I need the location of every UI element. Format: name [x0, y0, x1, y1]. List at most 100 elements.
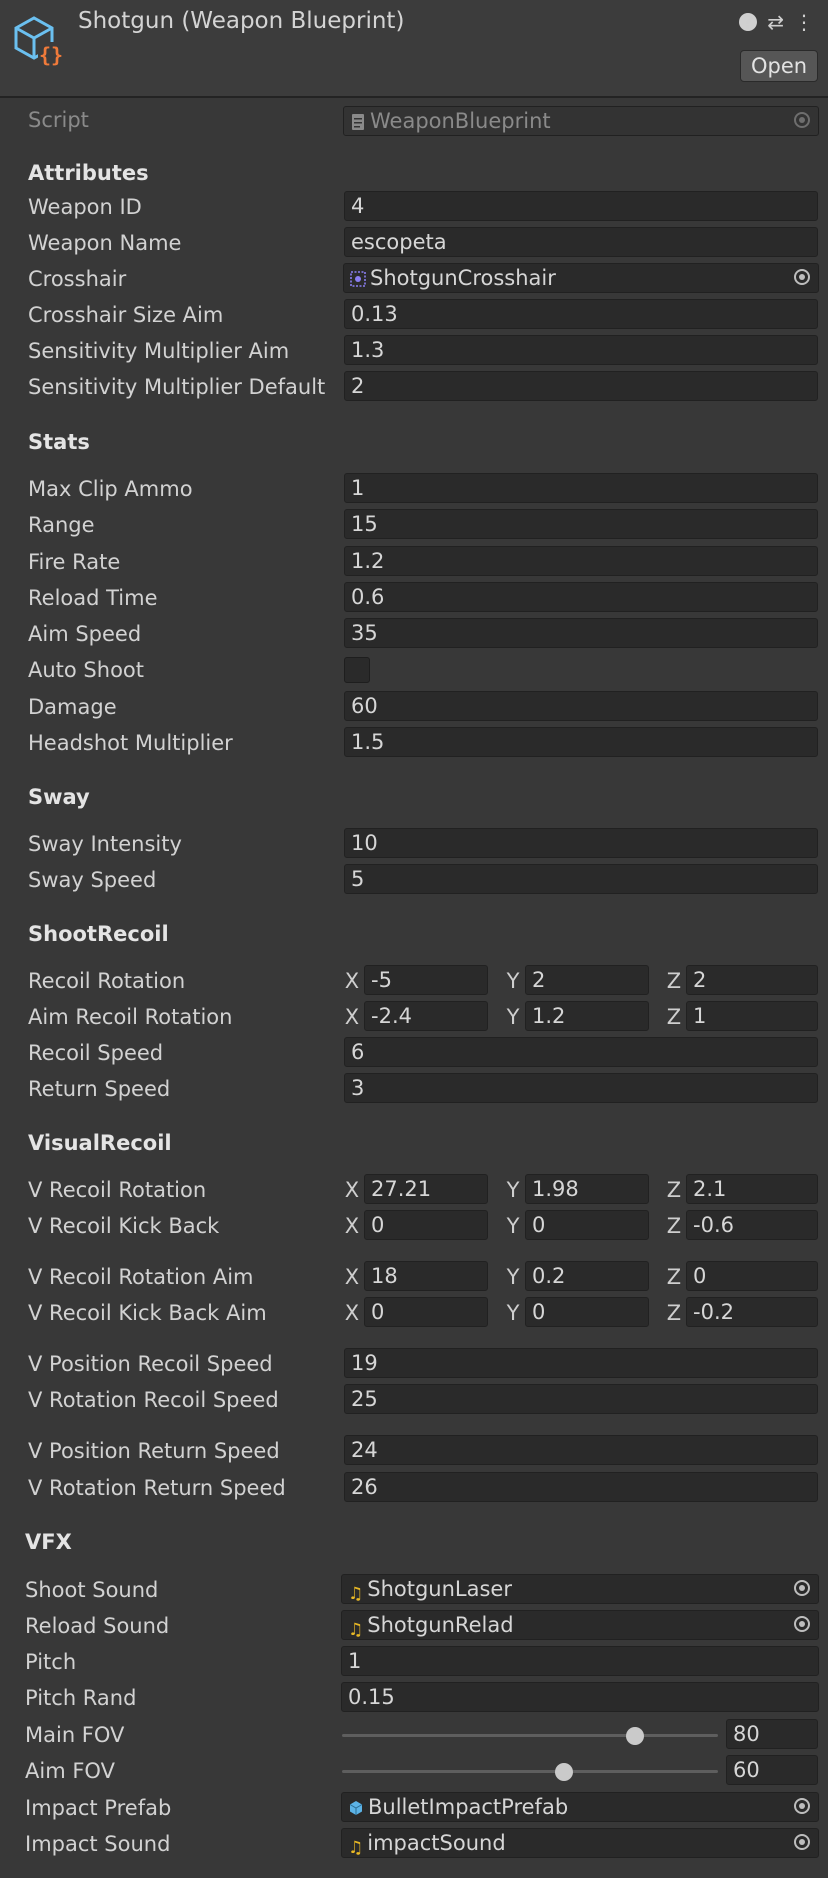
more-options-icon[interactable]: ⋮: [794, 10, 814, 34]
aim-fov-slider-thumb[interactable]: [554, 1763, 573, 1781]
aim-fov-field[interactable]: 60: [726, 1755, 818, 1785]
x-axis-label: X: [344, 1005, 360, 1029]
reload-time-label: Reload Time: [28, 586, 158, 610]
presets-icon[interactable]: ⇄: [767, 10, 784, 34]
object-picker-icon[interactable]: [794, 1834, 810, 1850]
section-visual-recoil: VisualRecoil: [28, 1131, 172, 1155]
script-field: WeaponBlueprint: [343, 106, 819, 136]
recoil-speed-label: Recoil Speed: [28, 1041, 164, 1065]
damage-label: Damage: [28, 695, 117, 719]
section-vfx: VFX: [25, 1530, 72, 1554]
v-recoil-rotation-aim-y-field[interactable]: 0.2: [525, 1261, 649, 1291]
v-position-recoil-speed-field[interactable]: 19: [344, 1348, 818, 1378]
range-label: Range: [28, 513, 95, 537]
help-icon[interactable]: ?: [739, 12, 758, 32]
auto-shoot-checkbox[interactable]: [344, 657, 370, 683]
z-axis-label: Z: [666, 1214, 682, 1238]
main-fov-slider[interactable]: [342, 1727, 718, 1745]
crosshair-field[interactable]: ShotgunCrosshair: [343, 263, 819, 293]
v-position-return-speed-field[interactable]: 24: [344, 1435, 818, 1465]
range-field[interactable]: 15: [344, 509, 818, 539]
script-label: Script: [28, 108, 89, 132]
open-button[interactable]: Open: [740, 50, 818, 82]
weapon-id-label: Weapon ID: [28, 195, 142, 219]
x-axis-label: X: [344, 1301, 360, 1325]
z-axis-label: Z: [666, 1265, 682, 1289]
v-recoil-rotation-y-field[interactable]: 1.98: [525, 1174, 649, 1204]
headshot-multiplier-label: Headshot Multiplier: [28, 731, 233, 755]
object-picker-icon: [794, 112, 810, 128]
v-recoil-kick-back-aim-y-field[interactable]: 0: [525, 1297, 649, 1327]
y-axis-label: Y: [506, 1214, 520, 1238]
weapon-name-label: Weapon Name: [28, 231, 182, 255]
auto-shoot-label: Auto Shoot: [28, 658, 145, 682]
inspector-header: {} Shotgun (Weapon Blueprint) ? ⇄ ⋮ Open: [0, 0, 828, 98]
v-recoil-kick-back-y-field[interactable]: 0: [525, 1210, 649, 1240]
v-rotation-return-speed-field[interactable]: 26: [344, 1472, 818, 1502]
impact-prefab-field[interactable]: BulletImpactPrefab: [341, 1792, 819, 1822]
headshot-multiplier-field[interactable]: 1.5: [344, 727, 818, 757]
aim-fov-slider[interactable]: [342, 1763, 718, 1781]
recoil-rotation-x-field[interactable]: -5: [364, 965, 488, 995]
aim-recoil-rotation-y-field[interactable]: 1.2: [525, 1001, 649, 1031]
max-clip-ammo-label: Max Clip Ammo: [28, 477, 193, 501]
v-recoil-rotation-aim-x-field[interactable]: 18: [364, 1261, 488, 1291]
v-recoil-kick-back-z-field[interactable]: -0.6: [686, 1210, 818, 1240]
crosshair-size-aim-label: Crosshair Size Aim: [28, 303, 224, 327]
y-axis-label: Y: [506, 1265, 520, 1289]
shoot-sound-field[interactable]: ♫ ShotgunLaser: [341, 1574, 819, 1604]
pitch-field[interactable]: 1: [341, 1646, 819, 1676]
v-rotation-recoil-speed-field[interactable]: 25: [344, 1384, 818, 1414]
reload-sound-field[interactable]: ♫ ShotgunRelad: [341, 1610, 819, 1640]
impact-sound-field[interactable]: ♫ impactSound: [341, 1828, 819, 1858]
recoil-speed-field[interactable]: 6: [344, 1037, 818, 1067]
scriptable-object-icon: {}: [14, 16, 64, 67]
v-recoil-rotation-z-field[interactable]: 2.1: [686, 1174, 818, 1204]
v-rotation-return-speed-label: V Rotation Return Speed: [28, 1476, 286, 1500]
object-picker-icon[interactable]: [794, 1616, 810, 1632]
z-axis-label: Z: [666, 1178, 682, 1202]
recoil-rotation-label: Recoil Rotation: [28, 969, 186, 993]
fire-rate-field[interactable]: 1.2: [344, 546, 818, 576]
aim-fov-label: Aim FOV: [25, 1759, 115, 1783]
v-recoil-kick-back-aim-z-field[interactable]: -0.2: [686, 1297, 818, 1327]
aim-recoil-rotation-x-field[interactable]: -2.4: [364, 1001, 488, 1031]
recoil-rotation-z-field[interactable]: 2: [686, 965, 818, 995]
v-recoil-rotation-aim-label: V Recoil Rotation Aim: [28, 1265, 254, 1289]
v-recoil-rotation-aim-z-field[interactable]: 0: [686, 1261, 818, 1291]
v-rotation-recoil-speed-label: V Rotation Recoil Speed: [28, 1388, 279, 1412]
damage-field[interactable]: 60: [344, 691, 818, 721]
aim-recoil-rotation-z-field[interactable]: 1: [686, 1001, 818, 1031]
return-speed-field[interactable]: 3: [344, 1073, 818, 1103]
pitch-rand-field[interactable]: 0.15: [341, 1682, 819, 1712]
object-picker-icon[interactable]: [794, 1580, 810, 1596]
x-axis-label: X: [344, 969, 360, 993]
object-picker-icon[interactable]: [794, 1798, 810, 1814]
reload-time-field[interactable]: 0.6: [344, 582, 818, 612]
pitch-label: Pitch: [25, 1650, 77, 1674]
impact-prefab-label: Impact Prefab: [25, 1796, 172, 1820]
v-recoil-kick-back-aim-x-field[interactable]: 0: [364, 1297, 488, 1327]
max-clip-ammo-field[interactable]: 1: [344, 473, 818, 503]
sway-intensity-field[interactable]: 10: [344, 828, 818, 858]
recoil-rotation-y-field[interactable]: 2: [525, 965, 649, 995]
sensitivity-aim-field[interactable]: 1.3: [344, 335, 818, 365]
v-recoil-kick-back-x-field[interactable]: 0: [364, 1210, 488, 1240]
v-recoil-rotation-label: V Recoil Rotation: [28, 1178, 207, 1202]
main-fov-slider-thumb[interactable]: [626, 1727, 645, 1745]
aim-recoil-rotation-label: Aim Recoil Rotation: [28, 1005, 233, 1029]
crosshair-label: Crosshair: [28, 267, 127, 291]
z-axis-label: Z: [666, 1005, 682, 1029]
svg-text:{}: {}: [39, 43, 63, 67]
object-picker-icon[interactable]: [794, 269, 810, 285]
weapon-id-field[interactable]: 4: [344, 191, 818, 221]
sway-speed-field[interactable]: 5: [344, 864, 818, 894]
main-fov-field[interactable]: 80: [726, 1719, 818, 1749]
sensitivity-default-field[interactable]: 2: [344, 371, 818, 401]
weapon-name-field[interactable]: escopeta: [344, 227, 818, 257]
v-recoil-rotation-x-field[interactable]: 27.21: [364, 1174, 488, 1204]
section-stats: Stats: [28, 430, 90, 454]
crosshair-size-aim-field[interactable]: 0.13: [344, 299, 818, 329]
aim-speed-field[interactable]: 35: [344, 618, 818, 648]
impact-sound-label: Impact Sound: [25, 1832, 171, 1856]
